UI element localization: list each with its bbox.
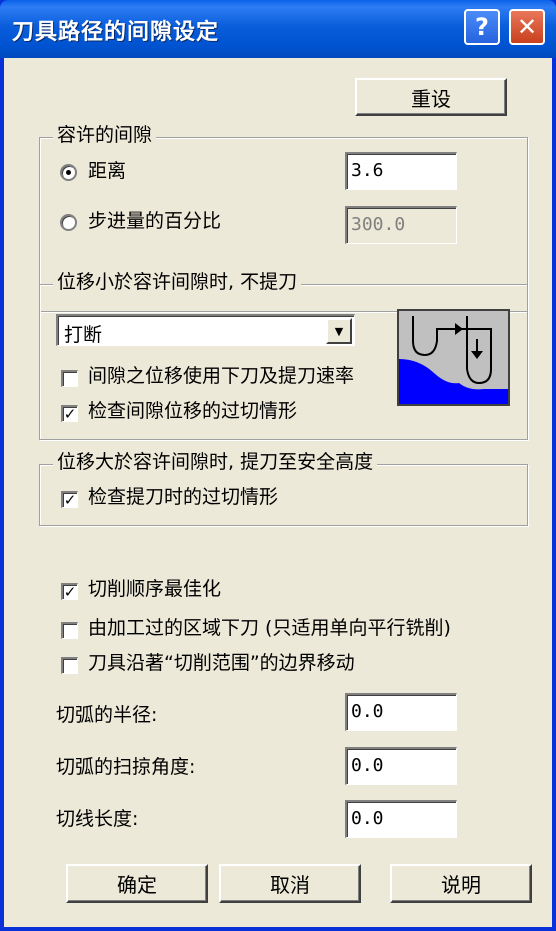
- ok-button[interactable]: 确定: [66, 864, 208, 903]
- reset-button[interactable]: 重设: [355, 78, 507, 116]
- reset-button-label: 重设: [411, 86, 451, 111]
- gap-preview-image: [397, 309, 510, 406]
- retract-gouge-label[interactable]: 检查提刀时的过切情形: [88, 485, 278, 509]
- boundary-label[interactable]: 刀具沿著“切削范围”的边界移动: [88, 651, 355, 675]
- help-button[interactable]: 说明: [390, 864, 532, 903]
- line-length-input[interactable]: 0.0: [345, 800, 457, 838]
- small-move-group-legend: 位移小於容许间隙时, 不提刀: [53, 271, 302, 293]
- arc-radius-label: 切弧的半径:: [56, 704, 158, 726]
- feed-rate-label[interactable]: 间隙之位移使用下刀及提刀速率: [88, 364, 388, 388]
- arc-sweep-input[interactable]: 0.0: [345, 747, 457, 785]
- large-move-group-legend: 位移大於容许间隙时, 提刀至安全高度: [53, 451, 378, 473]
- window-title: 刀具路径的间隙设定: [12, 20, 220, 45]
- title-bar[interactable]: 刀具路径的间隙设定 ? ✕: [0, 0, 556, 58]
- ok-button-label: 确定: [117, 873, 157, 897]
- boundary-checkbox[interactable]: [61, 657, 78, 674]
- cancel-button-label: 取消: [270, 873, 310, 897]
- close-icon: ✕: [516, 13, 538, 41]
- question-icon: ?: [475, 13, 489, 41]
- percent-radio[interactable]: [60, 214, 77, 231]
- optimize-checkbox[interactable]: ✓: [61, 583, 78, 600]
- percent-label[interactable]: 步进量的百分比: [88, 209, 221, 233]
- checkmark-icon: ✓: [63, 583, 77, 601]
- line-length-label: 切线长度:: [56, 808, 139, 830]
- feed-rate-checkbox[interactable]: [61, 370, 78, 387]
- retract-gouge-checkbox[interactable]: ✓: [61, 491, 78, 508]
- radio-selected-dot: [66, 170, 71, 175]
- plunge-checkbox[interactable]: [61, 622, 78, 639]
- distance-input[interactable]: 3.6: [345, 152, 457, 190]
- arc-sweep-label: 切弧的扫掠角度:: [56, 756, 196, 778]
- gap-gouge-checkbox[interactable]: ✓: [61, 405, 78, 422]
- gap-action-value: 打断: [64, 324, 103, 346]
- dialog-window: 刀具路径的间隙设定 ? ✕ 重设 容许的间隙 距离 3.6 步进量的百分比 30…: [0, 0, 556, 931]
- close-button[interactable]: ✕: [509, 9, 545, 45]
- dropdown-arrow-icon[interactable]: ▼: [326, 318, 352, 344]
- help-title-button[interactable]: ?: [464, 9, 500, 45]
- gap-gouge-label[interactable]: 检查间隙位移的过切情形: [88, 399, 297, 423]
- dialog-client: 重设 容许的间隙 距离 3.6 步进量的百分比 300.0 位移小於容许间隙时,…: [4, 58, 552, 927]
- tolerance-group-legend: 容许的间隙: [53, 124, 157, 146]
- distance-radio[interactable]: [60, 164, 77, 181]
- cancel-button[interactable]: 取消: [219, 864, 361, 903]
- optimize-label[interactable]: 切削顺序最佳化: [88, 577, 221, 601]
- checkmark-icon: ✓: [63, 491, 77, 509]
- distance-label[interactable]: 距离: [88, 159, 126, 183]
- plunge-label[interactable]: 由加工过的区域下刀 (只适用单向平行铣削): [88, 616, 506, 640]
- help-button-label: 说明: [441, 873, 481, 897]
- tool-path-illustration: [399, 316, 508, 404]
- percent-input: 300.0: [345, 206, 457, 244]
- gap-action-select[interactable]: 打断 ▼: [56, 314, 355, 346]
- arc-radius-input[interactable]: 0.0: [345, 693, 457, 731]
- checkmark-icon: ✓: [63, 405, 77, 423]
